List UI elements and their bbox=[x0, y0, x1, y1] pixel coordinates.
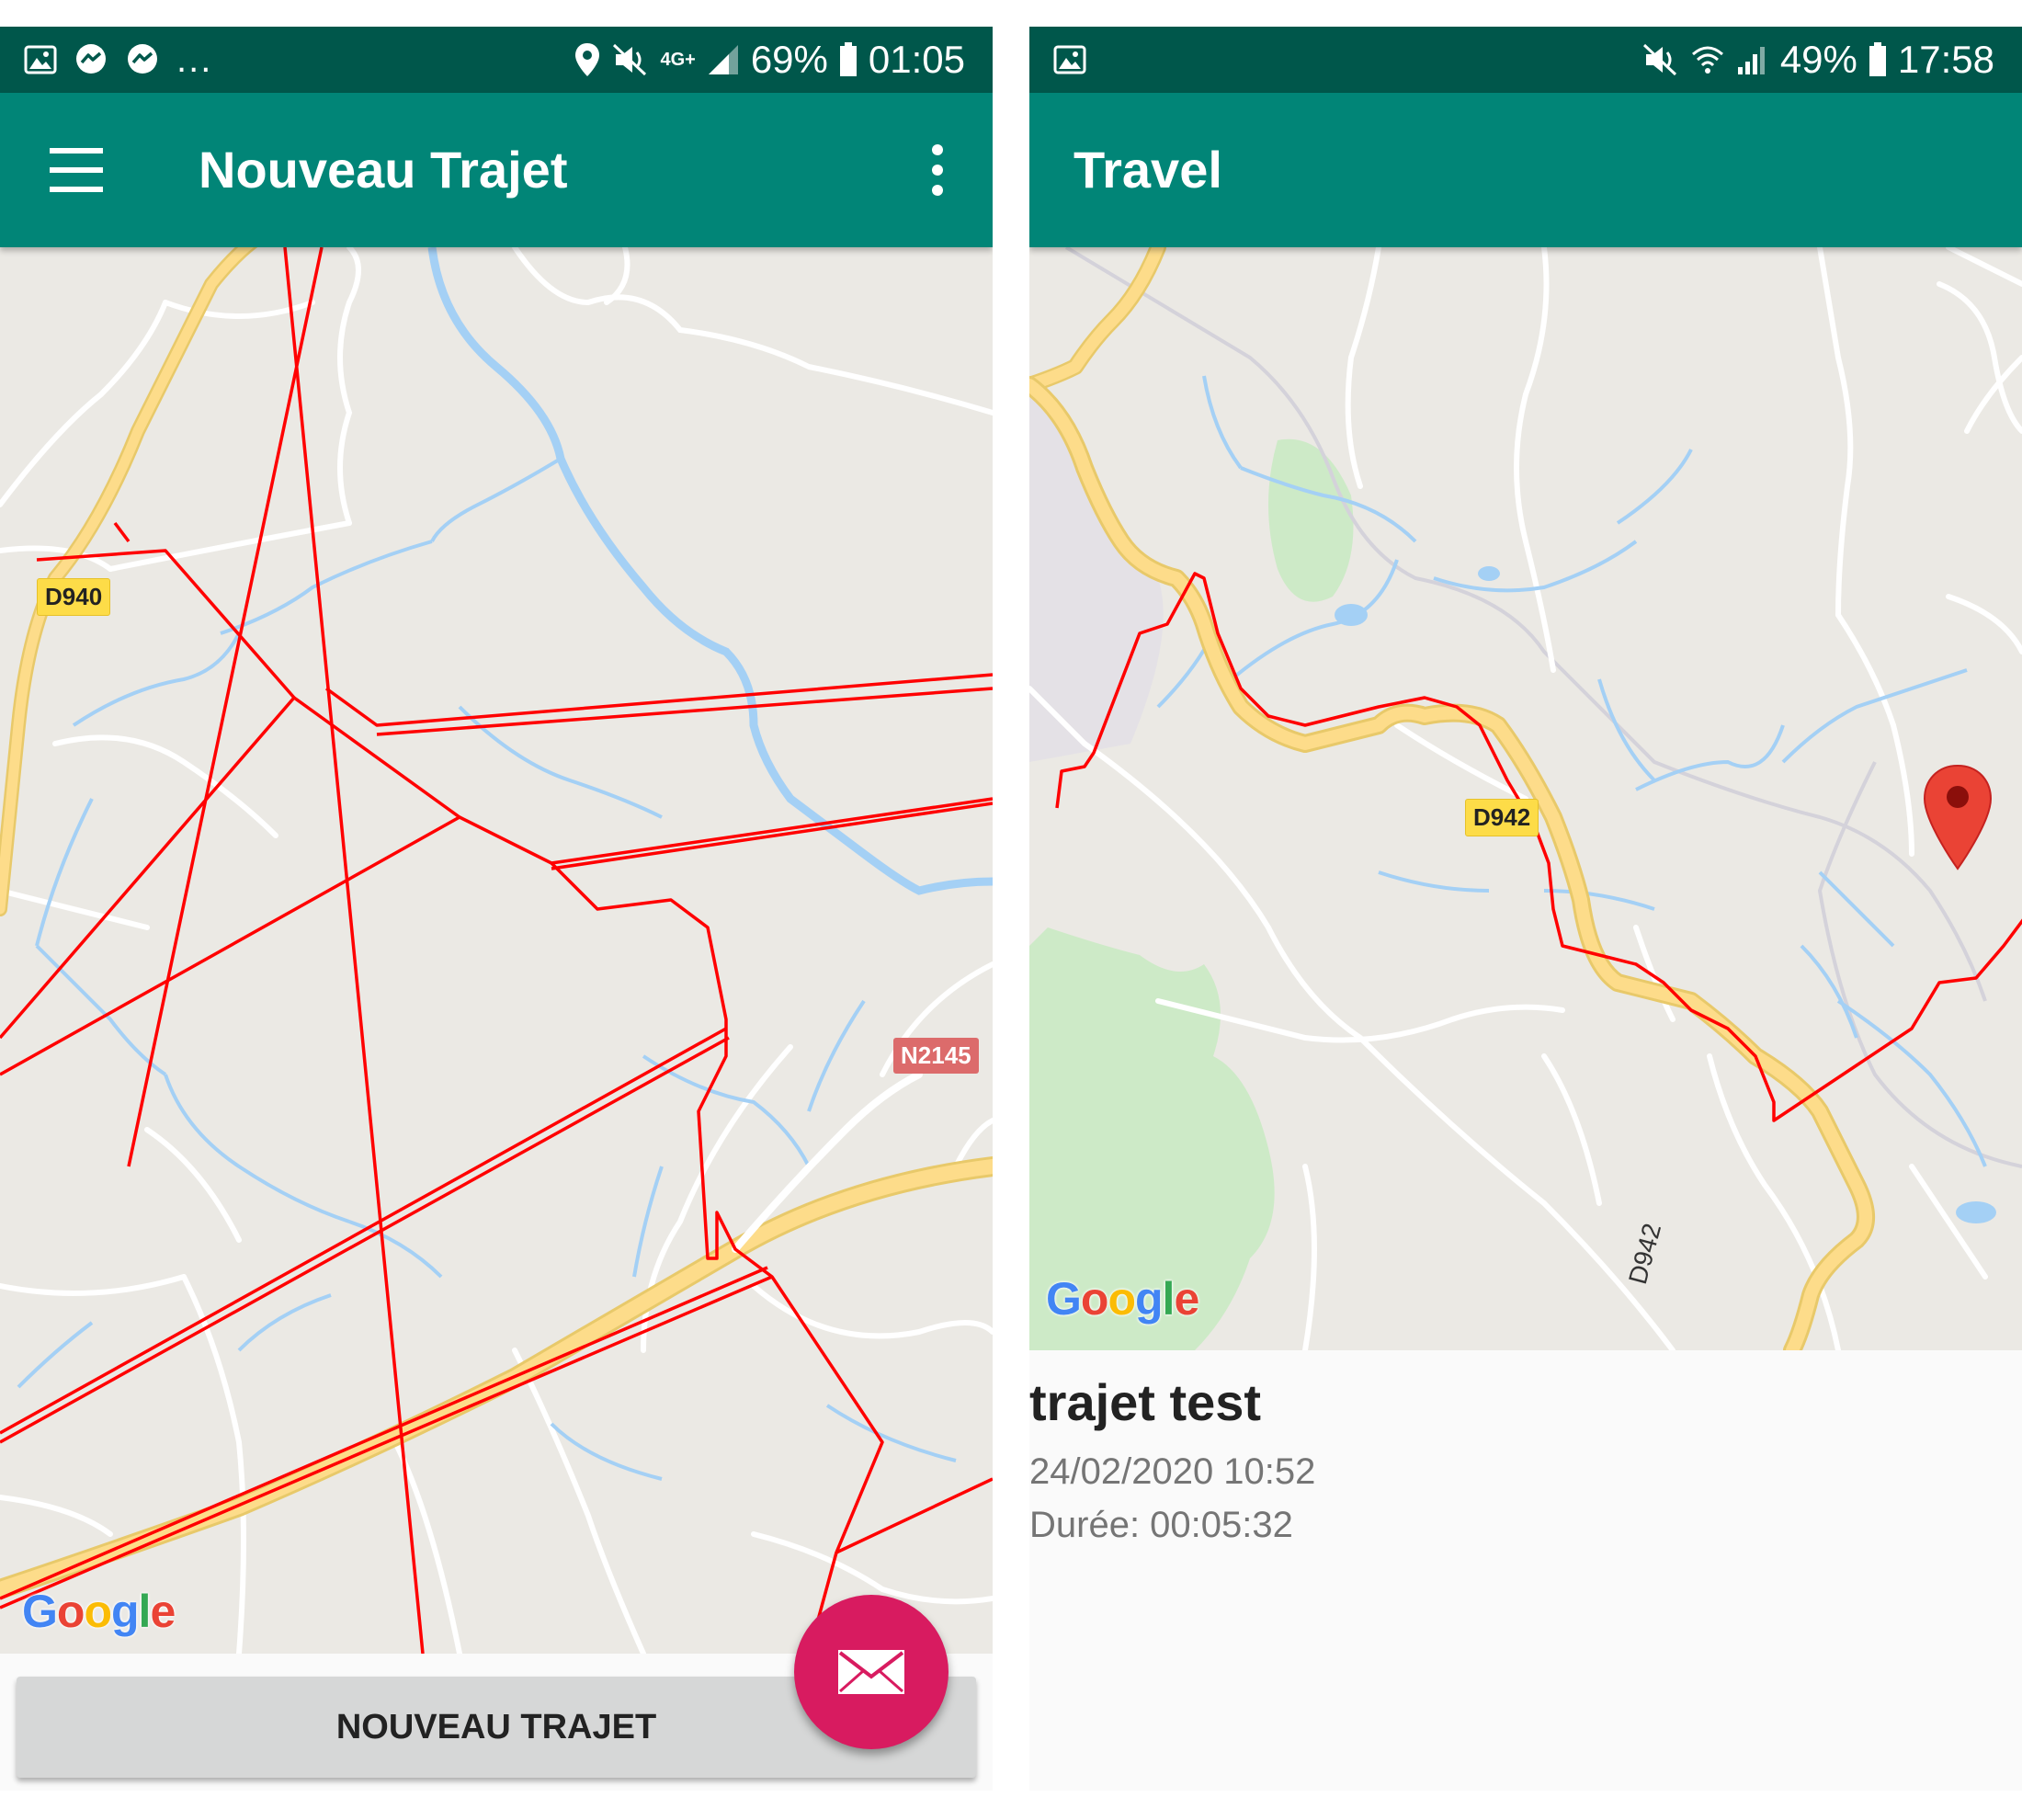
more-vert-icon[interactable] bbox=[926, 142, 949, 198]
clock: 01:05 bbox=[868, 38, 965, 81]
hamburger-menu-icon[interactable] bbox=[50, 148, 105, 192]
road-label-d942: D942 bbox=[1465, 799, 1539, 836]
signal-icon bbox=[1736, 43, 1769, 76]
messenger-icon bbox=[125, 42, 160, 77]
trip-duration: Durée: 00:05:32 bbox=[1029, 1505, 1293, 1545]
map-view[interactable]: D940 N2145 Google bbox=[0, 247, 993, 1654]
send-mail-fab[interactable] bbox=[794, 1595, 949, 1749]
trip-date: 24/02/2020 10:52 bbox=[1029, 1451, 1316, 1492]
mail-icon bbox=[837, 1649, 905, 1695]
page-title: Travel bbox=[1073, 141, 1222, 199]
map-canvas bbox=[0, 247, 993, 1654]
status-bar: ... 4G+ 69% 01:05 bbox=[0, 27, 993, 93]
more-notifications-indicator: ... bbox=[176, 39, 213, 80]
location-icon bbox=[574, 41, 601, 78]
battery-icon bbox=[1869, 42, 1887, 77]
battery-icon bbox=[839, 42, 858, 77]
trip-details: trajet test 24/02/2020 10:52 Durée: 00:0… bbox=[1029, 1350, 2022, 1791]
page-title: Nouveau Trajet bbox=[199, 141, 568, 199]
wifi-icon bbox=[1690, 43, 1725, 76]
battery-percentage: 69% bbox=[750, 38, 828, 81]
app-bar: Travel bbox=[1029, 93, 2022, 247]
left-phone-screen: ... 4G+ 69% 01:05 Nouveau Trajet D940 N2… bbox=[0, 27, 993, 1791]
map-view[interactable]: D942 D942 Google bbox=[1029, 247, 2022, 1350]
road-label-d940: D940 bbox=[37, 578, 111, 616]
image-icon bbox=[24, 45, 57, 74]
google-logo: Google bbox=[22, 1586, 176, 1637]
mute-icon bbox=[612, 43, 649, 76]
mute-icon bbox=[1642, 43, 1679, 76]
signal-icon bbox=[707, 43, 740, 76]
trip-name: trajet test bbox=[1029, 1373, 1262, 1431]
battery-percentage: 49% bbox=[1779, 38, 1857, 81]
app-bar: Nouveau Trajet bbox=[0, 93, 993, 247]
network-type-label: 4G+ bbox=[660, 49, 696, 70]
google-logo: Google bbox=[1046, 1273, 1199, 1325]
clock: 17:58 bbox=[1897, 38, 1994, 81]
status-bar: 49% 17:58 bbox=[1029, 27, 2022, 93]
messenger-icon bbox=[74, 42, 108, 77]
image-icon bbox=[1053, 45, 1086, 74]
right-phone-screen: 49% 17:58 Travel D942 D942 Google trajet… bbox=[1029, 27, 2022, 1791]
road-label-n2145: N2145 bbox=[893, 1038, 979, 1074]
